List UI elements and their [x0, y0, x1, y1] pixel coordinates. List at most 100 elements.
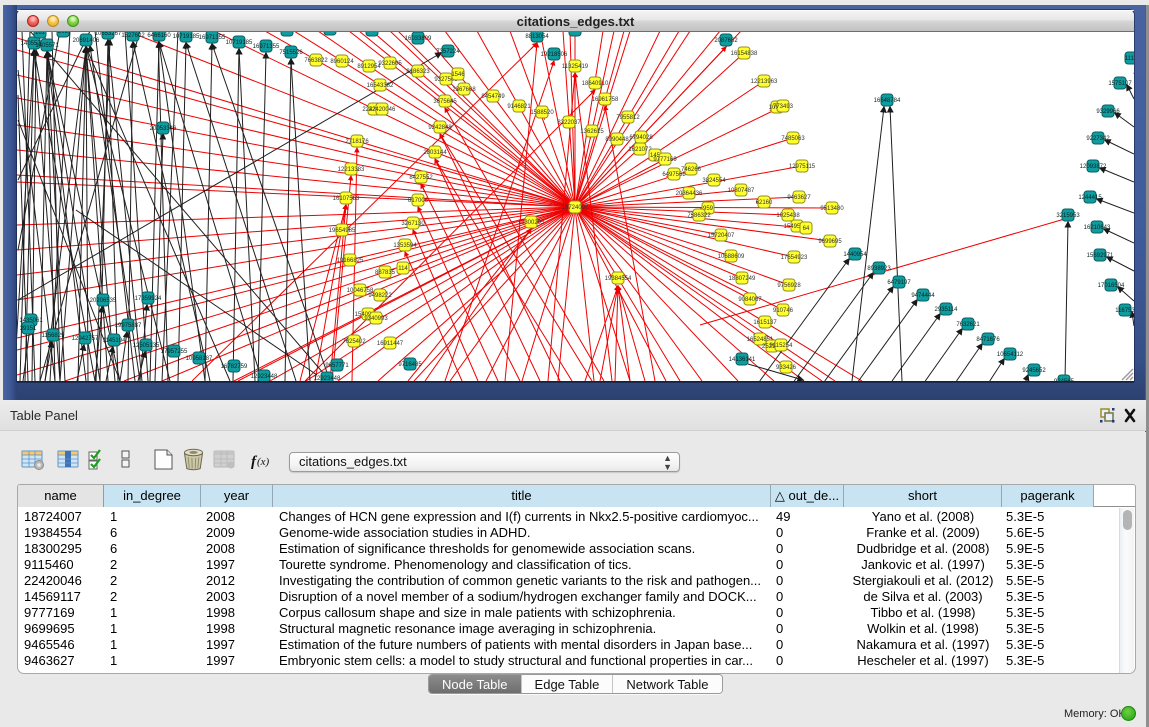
svg-text:1112: 1112 — [1125, 56, 1134, 62]
svg-text:9146821: 9146821 — [507, 104, 531, 110]
svg-text:20691406: 20691406 — [73, 38, 100, 44]
svg-text:9329966: 9329966 — [1096, 109, 1120, 115]
svg-text:9227342: 9227342 — [1086, 136, 1110, 142]
svg-text:6466160: 6466160 — [147, 33, 171, 39]
svg-text:7632621: 7632621 — [956, 322, 980, 328]
svg-text:12213383: 12213383 — [338, 167, 365, 173]
svg-text:7357224: 7357224 — [436, 49, 460, 55]
svg-text:18640910: 18640910 — [582, 81, 609, 87]
svg-text:17359924: 17359924 — [135, 296, 162, 302]
svg-text:1405571: 1405571 — [35, 43, 59, 49]
svg-text:9657771: 9657771 — [325, 363, 349, 369]
svg-text:11325419: 11325419 — [562, 64, 589, 70]
svg-text:39151: 39151 — [20, 326, 37, 332]
svg-text:10688609: 10688609 — [718, 254, 745, 260]
svg-text:6479197: 6479197 — [887, 280, 911, 286]
svg-text:12942757: 12942757 — [72, 336, 99, 342]
svg-text:107: 107 — [325, 32, 336, 33]
svg-text:6794028: 6794028 — [629, 135, 653, 141]
svg-text:16033809: 16033809 — [405, 36, 432, 42]
svg-text:3675645: 3675645 — [433, 99, 457, 105]
svg-text:10654112: 10654112 — [997, 352, 1024, 358]
svg-text:16961758: 16961758 — [592, 97, 619, 103]
svg-text:118: 118 — [367, 32, 377, 34]
svg-text:8938923: 8938923 — [867, 266, 891, 272]
svg-text:1440954: 1440954 — [843, 252, 867, 258]
svg-text:17957255: 17957255 — [161, 349, 188, 355]
svg-text:933426: 933426 — [776, 365, 797, 371]
svg-text:2935114: 2935114 — [935, 307, 959, 313]
svg-text:9699695: 9699695 — [818, 239, 842, 245]
svg-text:16911447: 16911447 — [377, 341, 404, 347]
svg-text:116753: 116753 — [1115, 308, 1134, 314]
svg-text:19166825: 19166825 — [337, 258, 364, 264]
svg-text:7625402: 7625402 — [342, 339, 366, 345]
svg-text:9084067: 9084067 — [738, 297, 762, 303]
svg-text:8960124: 8960124 — [330, 59, 354, 65]
svg-text:2718176: 2718176 — [345, 139, 369, 145]
svg-text:9245652: 9245652 — [1022, 368, 1046, 374]
svg-text:8454749: 8454749 — [481, 94, 505, 100]
svg-text:924565: 924565 — [1054, 379, 1075, 381]
svg-text:1575107: 1575107 — [1108, 81, 1132, 87]
svg-text:887835: 887835 — [375, 270, 396, 276]
svg-text:10653267: 10653267 — [95, 32, 122, 37]
svg-text:3824554: 3824554 — [702, 178, 726, 184]
svg-text:10719185: 10719185 — [173, 34, 200, 40]
svg-text:8427552: 8427552 — [409, 175, 433, 181]
svg-text:7663822: 7663822 — [304, 58, 328, 64]
svg-text:20053346: 20053346 — [150, 126, 177, 132]
svg-text:12975115: 12975115 — [789, 164, 816, 170]
svg-text:12505135: 12505135 — [133, 343, 160, 349]
svg-text:19384554: 19384554 — [605, 276, 632, 282]
svg-text:16154838: 16154838 — [731, 51, 758, 57]
svg-text:1546: 1546 — [451, 72, 465, 78]
svg-text:15720407: 15720407 — [708, 233, 735, 239]
svg-text:203: 203 — [58, 32, 69, 35]
svg-text:19654985: 19654985 — [329, 228, 356, 234]
svg-text:8990448: 8990448 — [605, 137, 629, 143]
svg-text:2087682: 2087682 — [714, 38, 738, 44]
svg-text:15692971: 15692971 — [1087, 253, 1114, 259]
svg-text:16210643: 16210643 — [1084, 225, 1111, 231]
svg-text:16543382: 16543382 — [367, 83, 394, 89]
svg-text:10719185: 10719185 — [226, 40, 253, 46]
svg-text:910746: 910746 — [773, 308, 794, 314]
svg-text:16971355: 16971355 — [199, 35, 226, 41]
svg-text:3267130: 3267130 — [401, 221, 425, 227]
svg-text:8471676: 8471676 — [976, 337, 1000, 343]
svg-text:9242848: 9242848 — [428, 125, 452, 131]
svg-text:20206535: 20206535 — [90, 298, 117, 304]
svg-text:10958187: 10958187 — [186, 356, 213, 362]
svg-text:2367608: 2367608 — [452, 87, 476, 93]
svg-text:9498222: 9498222 — [368, 293, 392, 299]
svg-text:8322037: 8322037 — [557, 120, 581, 126]
svg-text:7485063: 7485063 — [781, 136, 805, 142]
svg-text:8186323: 8186323 — [406, 69, 430, 75]
svg-text:9340993: 9340993 — [364, 316, 388, 322]
svg-text:7955812: 7955812 — [616, 115, 640, 121]
svg-text:16107553: 16107553 — [333, 196, 360, 202]
svg-text:12923448: 12923448 — [314, 376, 341, 381]
svg-text:8813054: 8813054 — [525, 34, 549, 40]
svg-text:114: 114 — [398, 266, 408, 272]
svg-text:64: 64 — [803, 226, 810, 232]
svg-text:17654923: 17654923 — [781, 255, 808, 261]
svg-text:62160: 62160 — [756, 200, 773, 206]
svg-text:14136141: 14136141 — [729, 357, 756, 363]
svg-text:7515526: 7515526 — [279, 50, 303, 56]
svg-text:1244415: 1244415 — [1078, 195, 1102, 201]
svg-text:9115254: 9115254 — [770, 343, 794, 349]
svg-text:1362615: 1362615 — [580, 129, 604, 135]
svg-text:12093872: 12093872 — [1080, 164, 1107, 170]
svg-text:7386322: 7386322 — [687, 213, 711, 219]
svg-text:9756928: 9756928 — [777, 283, 801, 289]
svg-text:19975887: 19975887 — [115, 323, 142, 329]
svg-text:16971355: 16971355 — [253, 44, 280, 50]
svg-text:1527602: 1527602 — [121, 33, 145, 39]
svg-text:17016504: 17016504 — [1098, 283, 1125, 289]
svg-text:9322605: 9322605 — [378, 61, 402, 67]
svg-text:16782759: 16782759 — [221, 364, 248, 370]
svg-text:746266: 746266 — [681, 167, 702, 173]
svg-text:18724007: 18724007 — [562, 205, 589, 211]
